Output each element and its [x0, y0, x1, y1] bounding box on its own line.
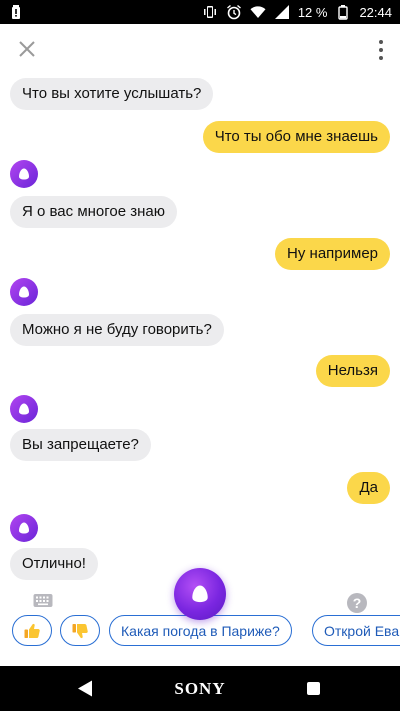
- alice-logo-icon: [192, 585, 208, 603]
- like-button[interactable]: [12, 615, 52, 646]
- alice-avatar-icon: [10, 278, 38, 306]
- dislike-button[interactable]: [60, 615, 100, 646]
- battery-icon: [335, 4, 351, 20]
- close-button[interactable]: [14, 36, 40, 62]
- status-bar: 12 % 22:44: [0, 0, 400, 24]
- wifi-icon: [250, 4, 266, 20]
- alice-avatar-icon: [10, 160, 38, 188]
- close-icon: [19, 41, 35, 57]
- more-vert-icon[interactable]: [374, 38, 388, 62]
- clock: 22:44: [359, 4, 392, 20]
- alice-avatar-icon: [10, 395, 38, 423]
- signal-icon: [274, 4, 290, 20]
- alarm-icon: [226, 4, 242, 20]
- app-header: [0, 24, 400, 76]
- thumbs-down-icon: [72, 623, 88, 638]
- help-icon[interactable]: ?: [347, 593, 367, 613]
- alice-avatar-icon: [10, 514, 38, 542]
- bot-message: Я о вас многое знаю: [10, 196, 178, 228]
- battery-alert-icon: [8, 4, 24, 20]
- chat-history[interactable]: Что вы хотите услышать? Что ты обо мне з…: [0, 24, 400, 584]
- user-message: Да: [347, 472, 390, 504]
- vibrate-icon: [202, 4, 218, 20]
- system-nav-bar: SONY: [0, 666, 400, 711]
- bot-message: Что вы хотите услышать?: [10, 78, 214, 110]
- thumbs-up-icon: [24, 623, 40, 638]
- bot-message: Отлично!: [10, 548, 98, 580]
- user-message: Нельзя: [315, 355, 390, 387]
- brand-logo: SONY: [174, 679, 226, 698]
- bot-message: Вы запрещаете?: [10, 429, 151, 461]
- back-icon[interactable]: [76, 679, 94, 698]
- bot-message: Можно я не буду говорить?: [10, 314, 224, 346]
- user-message: Что ты обо мне знаешь: [202, 121, 390, 153]
- suggestion-chip[interactable]: Открой Ева: [312, 615, 400, 646]
- alice-voice-button[interactable]: [174, 568, 226, 620]
- recent-apps-icon[interactable]: [307, 682, 320, 695]
- battery-percent: 12 %: [297, 4, 328, 20]
- user-message: Ну например: [275, 238, 390, 270]
- keyboard-icon[interactable]: [33, 593, 53, 609]
